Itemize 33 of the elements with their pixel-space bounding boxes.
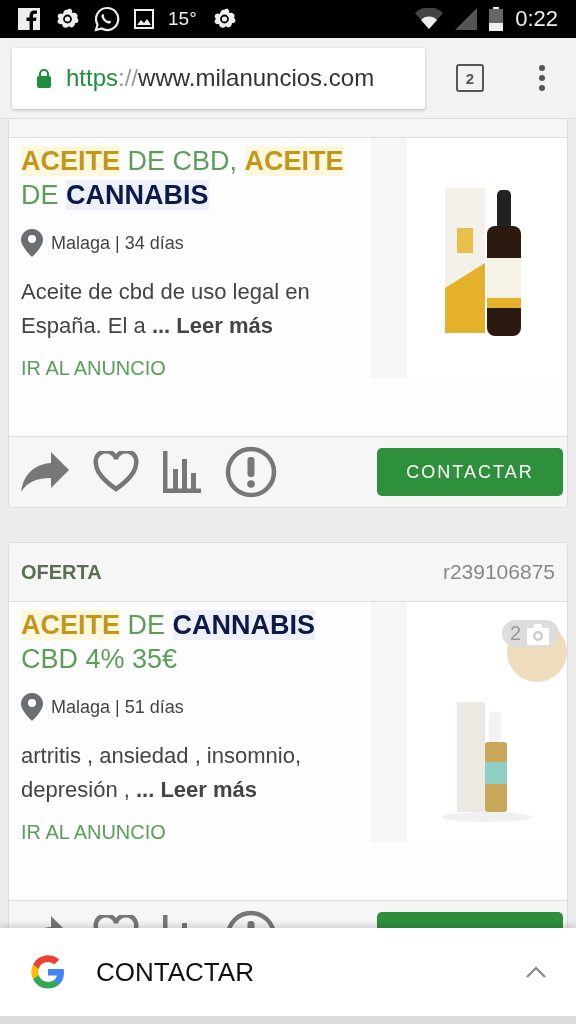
location-pin-icon <box>21 693 43 721</box>
listing-title[interactable]: ACEITE DE CANNABIS CBD 4% 35€ <box>21 608 372 676</box>
listing-description: Aceite de cbd de uso legal en España. El a ... Leer más <box>21 278 311 340</box>
heart-icon[interactable] <box>93 451 139 493</box>
battery-icon <box>489 7 504 31</box>
g-logo-icon <box>30 954 66 990</box>
temperature: 15° <box>168 8 197 30</box>
camera-icon <box>525 622 551 645</box>
facebook-icon <box>18 8 40 30</box>
clock: 0:22 <box>515 6 558 32</box>
offer-label: OFERTA <box>21 560 102 584</box>
location-pin-icon <box>21 229 43 257</box>
tab-count-button[interactable]: 2 <box>456 64 484 92</box>
address-bar[interactable]: https://www.milanuncios.com <box>12 47 425 109</box>
lock-icon <box>36 68 52 88</box>
bar-chart-icon[interactable] <box>163 451 201 493</box>
sheet-title[interactable]: CONTACTAR <box>96 956 254 988</box>
url-text: https://www.milanuncios.com <box>66 64 375 92</box>
listing-description: artritis , ansiedad , insomnio, depresión , ... Leer más <box>21 742 303 804</box>
image-icon <box>134 9 154 29</box>
location-text: Malaga | 34 días <box>51 232 184 254</box>
chevron-up-icon[interactable] <box>526 966 546 978</box>
wifi-icon <box>415 8 444 30</box>
contact-button[interactable]: CONTACTAR <box>377 448 563 496</box>
location-text: Malaga | 51 días <box>51 696 184 718</box>
signal-icon <box>455 8 478 30</box>
listing-title[interactable]: ACEITE DE CBD, ACEITE DE CANNABIS <box>21 144 372 212</box>
share-icon[interactable] <box>21 452 69 492</box>
photo-count: 2 <box>509 622 521 645</box>
listing-reference: r239106875 <box>442 560 555 584</box>
chat-bubble-icon <box>94 6 120 32</box>
menu-icon[interactable] <box>538 65 546 91</box>
warning-icon[interactable] <box>225 446 277 498</box>
